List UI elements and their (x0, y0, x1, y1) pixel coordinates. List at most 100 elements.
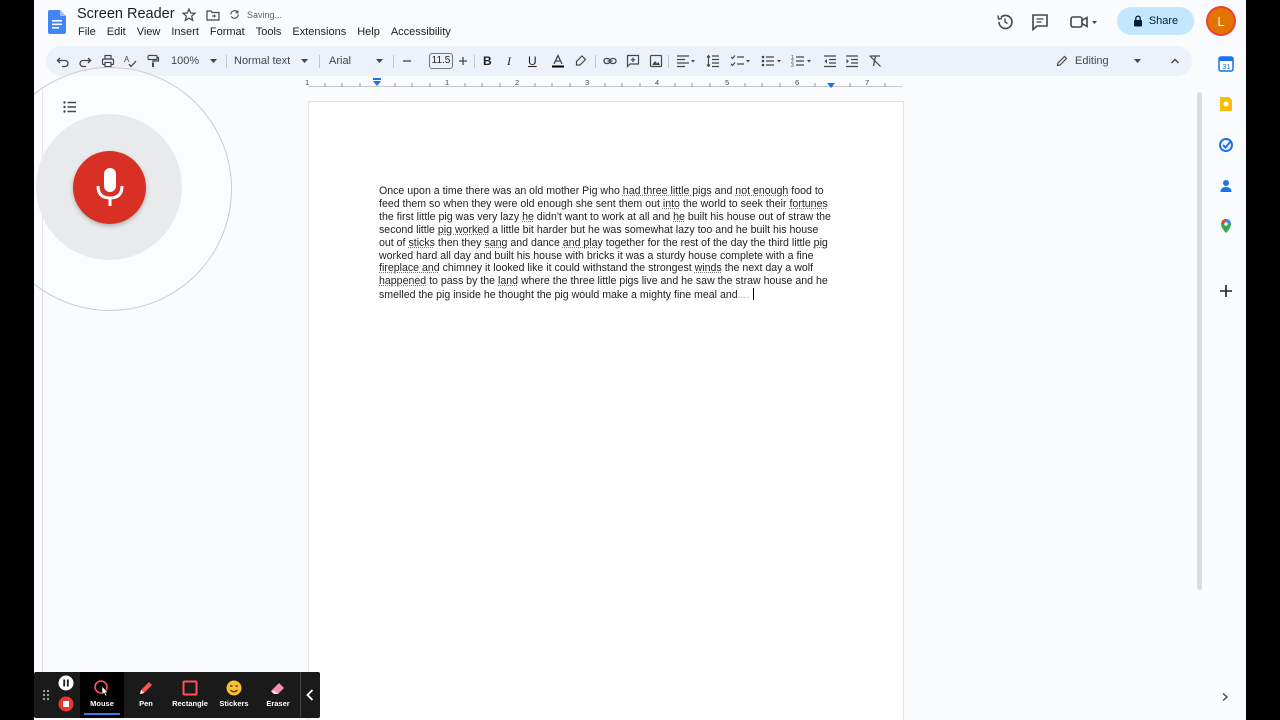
menu-format[interactable]: Format (210, 25, 245, 41)
star-icon[interactable] (182, 8, 196, 22)
grammar-suggestion[interactable]: fortunes (789, 198, 827, 210)
right-indent-marker[interactable] (827, 83, 835, 88)
clear-formatting-icon[interactable] (868, 54, 882, 68)
grammar-suggestion[interactable]: he (522, 211, 534, 223)
add-addon-icon[interactable] (1218, 283, 1234, 299)
svg-text:A: A (124, 55, 130, 64)
grammar-suggestion[interactable]: sang (484, 237, 507, 249)
paragraph-style-select[interactable]: Normal text (234, 54, 309, 68)
horizontal-ruler[interactable]: 1 1 2 3 4 5 6 7 (34, 76, 1194, 90)
checklist-icon[interactable] (730, 54, 752, 68)
grammar-suggestion[interactable]: sticks (408, 237, 434, 249)
increase-font-size-icon[interactable] (457, 54, 469, 68)
hide-menus-icon[interactable] (1170, 54, 1180, 68)
move-folder-icon[interactable] (206, 8, 220, 22)
decrease-font-size-icon[interactable] (401, 54, 413, 68)
text-run: then they (434, 236, 485, 249)
document-outline-icon[interactable] (63, 101, 77, 113)
grammar-suggestion[interactable]: land (498, 275, 518, 287)
text-color-icon[interactable] (551, 54, 565, 68)
stop-recording-icon[interactable] (58, 696, 74, 712)
align-left-icon[interactable] (676, 54, 696, 68)
maps-icon[interactable] (1218, 218, 1234, 234)
print-icon[interactable] (101, 54, 115, 68)
insert-image-icon[interactable] (649, 54, 663, 68)
line-spacing-icon[interactable] (706, 54, 720, 68)
account-avatar[interactable]: L (1208, 8, 1234, 34)
grammar-suggestion[interactable]: not enough (735, 185, 788, 197)
menu-accessibility[interactable]: Accessibility (391, 25, 451, 41)
redo-icon[interactable] (78, 54, 92, 68)
add-comment-icon[interactable] (626, 54, 640, 68)
expand-panel-chevron-icon[interactable] (1220, 692, 1230, 702)
zoom-select[interactable]: 100% (171, 54, 218, 68)
paint-format-icon[interactable] (146, 54, 160, 68)
tool-mouse[interactable]: Mouse (80, 672, 124, 718)
left-indent-marker[interactable] (373, 81, 381, 86)
insert-link-icon[interactable] (603, 54, 617, 68)
menu-insert[interactable]: Insert (171, 25, 199, 41)
grammar-suggestion[interactable]: into (663, 198, 680, 210)
collapse-toolbar-chevron-icon[interactable] (305, 688, 315, 702)
text-run: the world to seek their (679, 197, 790, 210)
tool-pen[interactable]: Pen (124, 672, 168, 718)
docs-logo-icon[interactable] (48, 10, 66, 34)
ruler-label: 5 (725, 78, 730, 87)
spellcheck-icon[interactable]: A (123, 54, 137, 68)
italic-icon[interactable]: I (507, 54, 511, 68)
first-line-indent-marker[interactable] (373, 78, 381, 80)
pause-recording-icon[interactable] (58, 675, 74, 691)
dropdown-arrow-icon (301, 59, 309, 63)
grammar-suggestion[interactable]: pig (814, 237, 828, 249)
tool-rectangle[interactable]: Rectangle (168, 672, 212, 718)
font-select[interactable]: Arial (329, 54, 384, 68)
document-title[interactable]: Screen Reader (77, 6, 175, 22)
font-value: Arial (329, 55, 352, 67)
menu-view[interactable]: View (137, 25, 161, 41)
document-page[interactable]: Once upon a time there was an old mother… (308, 101, 904, 720)
grammar-suggestion[interactable]: winds (695, 262, 722, 274)
text-run: the next day a wolf (721, 262, 814, 275)
ruler-label: 7 (865, 78, 870, 87)
grammar-suggestion[interactable]: happened (379, 275, 426, 287)
decrease-indent-icon[interactable] (823, 54, 837, 68)
grammar-suggestion[interactable]: and play (563, 237, 603, 249)
share-button[interactable]: Share (1117, 7, 1194, 35)
comments-icon[interactable] (1029, 11, 1051, 33)
drag-handle-icon[interactable] (42, 689, 50, 701)
tasks-icon[interactable] (1218, 137, 1234, 153)
tool-stickers[interactable]: Stickers (212, 672, 256, 718)
text-cursor (753, 288, 755, 301)
keep-icon[interactable] (1218, 96, 1234, 112)
grammar-suggestion[interactable]: fireplace and (379, 262, 440, 274)
grammar-suggestion[interactable]: had three little pigs (623, 185, 712, 197)
annotation-toolbar: Mouse Pen Rectangle Stickers Eraser (34, 672, 320, 718)
bulleted-list-icon[interactable] (761, 54, 783, 68)
ruler-label: 1 (445, 78, 450, 87)
font-size-input[interactable]: 11.5 (429, 53, 453, 69)
calendar-icon[interactable]: 31 (1218, 56, 1234, 72)
numbered-list-icon[interactable]: 123 (791, 54, 813, 68)
editing-mode-select[interactable]: Editing (1056, 54, 1141, 68)
menu-help[interactable]: Help (357, 25, 380, 41)
tool-eraser[interactable]: Eraser (256, 672, 300, 718)
undo-icon[interactable] (56, 54, 70, 68)
highlight-color-icon[interactable] (574, 54, 588, 68)
menu-extensions[interactable]: Extensions (292, 25, 346, 41)
menu-edit[interactable]: Edit (107, 25, 126, 41)
increase-indent-icon[interactable] (845, 54, 859, 68)
underline-icon[interactable]: U (528, 54, 537, 68)
voice-typing-mic-button[interactable] (73, 151, 146, 224)
menu-tools[interactable]: Tools (256, 25, 282, 41)
meet-video-icon[interactable] (1068, 11, 1098, 33)
document-body[interactable]: Once upon a time there was an old mother… (379, 185, 835, 302)
vertical-scrollbar[interactable] (1197, 92, 1202, 590)
text-run: the first little pig was very lazy (379, 210, 523, 223)
tool-label: Stickers (219, 699, 249, 708)
contacts-icon[interactable] (1218, 178, 1234, 194)
version-history-icon[interactable] (994, 11, 1016, 33)
grammar-suggestion[interactable]: pig worked (438, 224, 489, 236)
grammar-suggestion[interactable]: he (673, 211, 685, 223)
bold-icon[interactable]: B (483, 54, 492, 68)
menu-file[interactable]: File (78, 25, 96, 41)
